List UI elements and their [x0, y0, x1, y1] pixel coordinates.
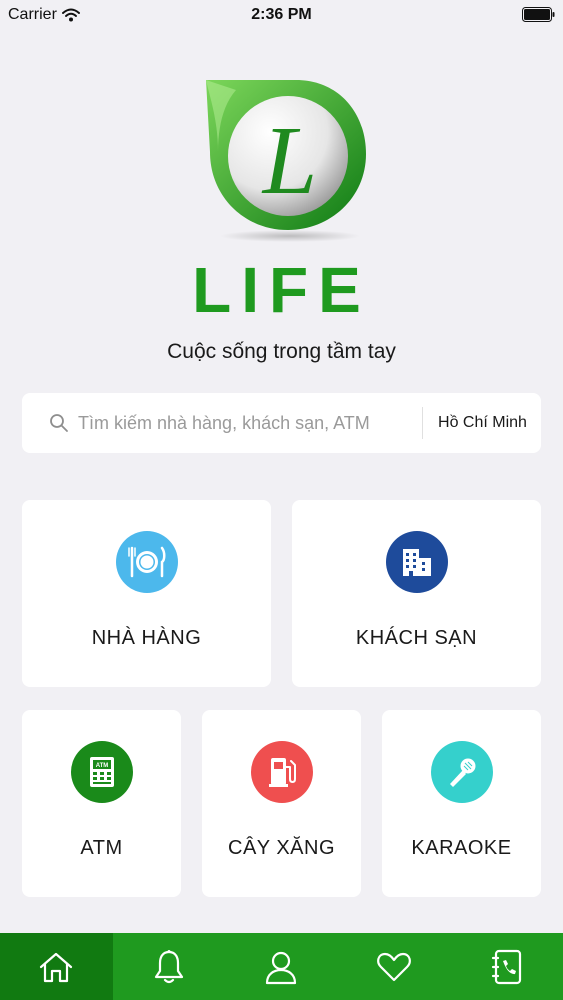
search-input[interactable]: [78, 405, 418, 441]
category-card-karaoke[interactable]: KARAOKE: [382, 710, 541, 897]
tab-notifications[interactable]: [113, 933, 226, 1000]
category-label: CÂY XĂNG: [228, 837, 335, 859]
category-card-hotel[interactable]: KHÁCH SẠN: [292, 500, 541, 687]
home-icon: [40, 952, 73, 982]
city-label: Hồ Chí Minh: [438, 414, 527, 431]
brand-name: LIFE: [192, 254, 371, 326]
user-icon: [266, 951, 297, 984]
fuel-pump-icon: [250, 741, 313, 803]
tab-home[interactable]: [0, 933, 113, 1000]
heart-icon: [377, 952, 411, 981]
life-logo: L: [206, 80, 366, 242]
contact-book-icon: [491, 949, 521, 984]
bottom-tab-bar: [0, 933, 563, 1000]
category-label: NHÀ HÀNG: [91, 627, 202, 649]
logo-letter: L: [261, 107, 318, 215]
status-bar: Carrier 2:36 PM: [0, 0, 563, 30]
status-time: 2:36 PM: [251, 6, 312, 23]
search-bar: Hồ Chí Minh: [22, 393, 541, 453]
plate-cutlery-icon: [115, 531, 178, 593]
tab-profile[interactable]: [225, 933, 338, 1000]
category-card-atm[interactable]: ATM ATM: [22, 710, 181, 897]
category-card-restaurant[interactable]: NHÀ HÀNG: [22, 500, 271, 687]
atm-icon: ATM: [70, 741, 133, 803]
category-label: ATM: [80, 837, 123, 859]
category-label: KARAOKE: [411, 837, 512, 859]
category-card-gas-station[interactable]: CÂY XĂNG: [202, 710, 361, 897]
search-icon: [50, 414, 68, 432]
building-icon: [385, 531, 448, 593]
bell-icon: [154, 949, 183, 983]
tab-contacts[interactable]: [450, 933, 563, 1000]
battery-full-icon: [522, 7, 555, 22]
search-divider: [422, 407, 423, 439]
city-selector[interactable]: Hồ Chí Minh: [424, 393, 541, 453]
tab-favorites[interactable]: [338, 933, 451, 1000]
svg-text:ATM: ATM: [95, 763, 108, 769]
home-screen: Carrier 2:36 PM L LIFE Cuộc sống trong t…: [0, 0, 563, 1000]
category-label: KHÁCH SẠN: [355, 627, 478, 649]
tagline: Cuộc sống trong tầm tay: [167, 340, 396, 363]
microphone-icon: [430, 741, 493, 803]
